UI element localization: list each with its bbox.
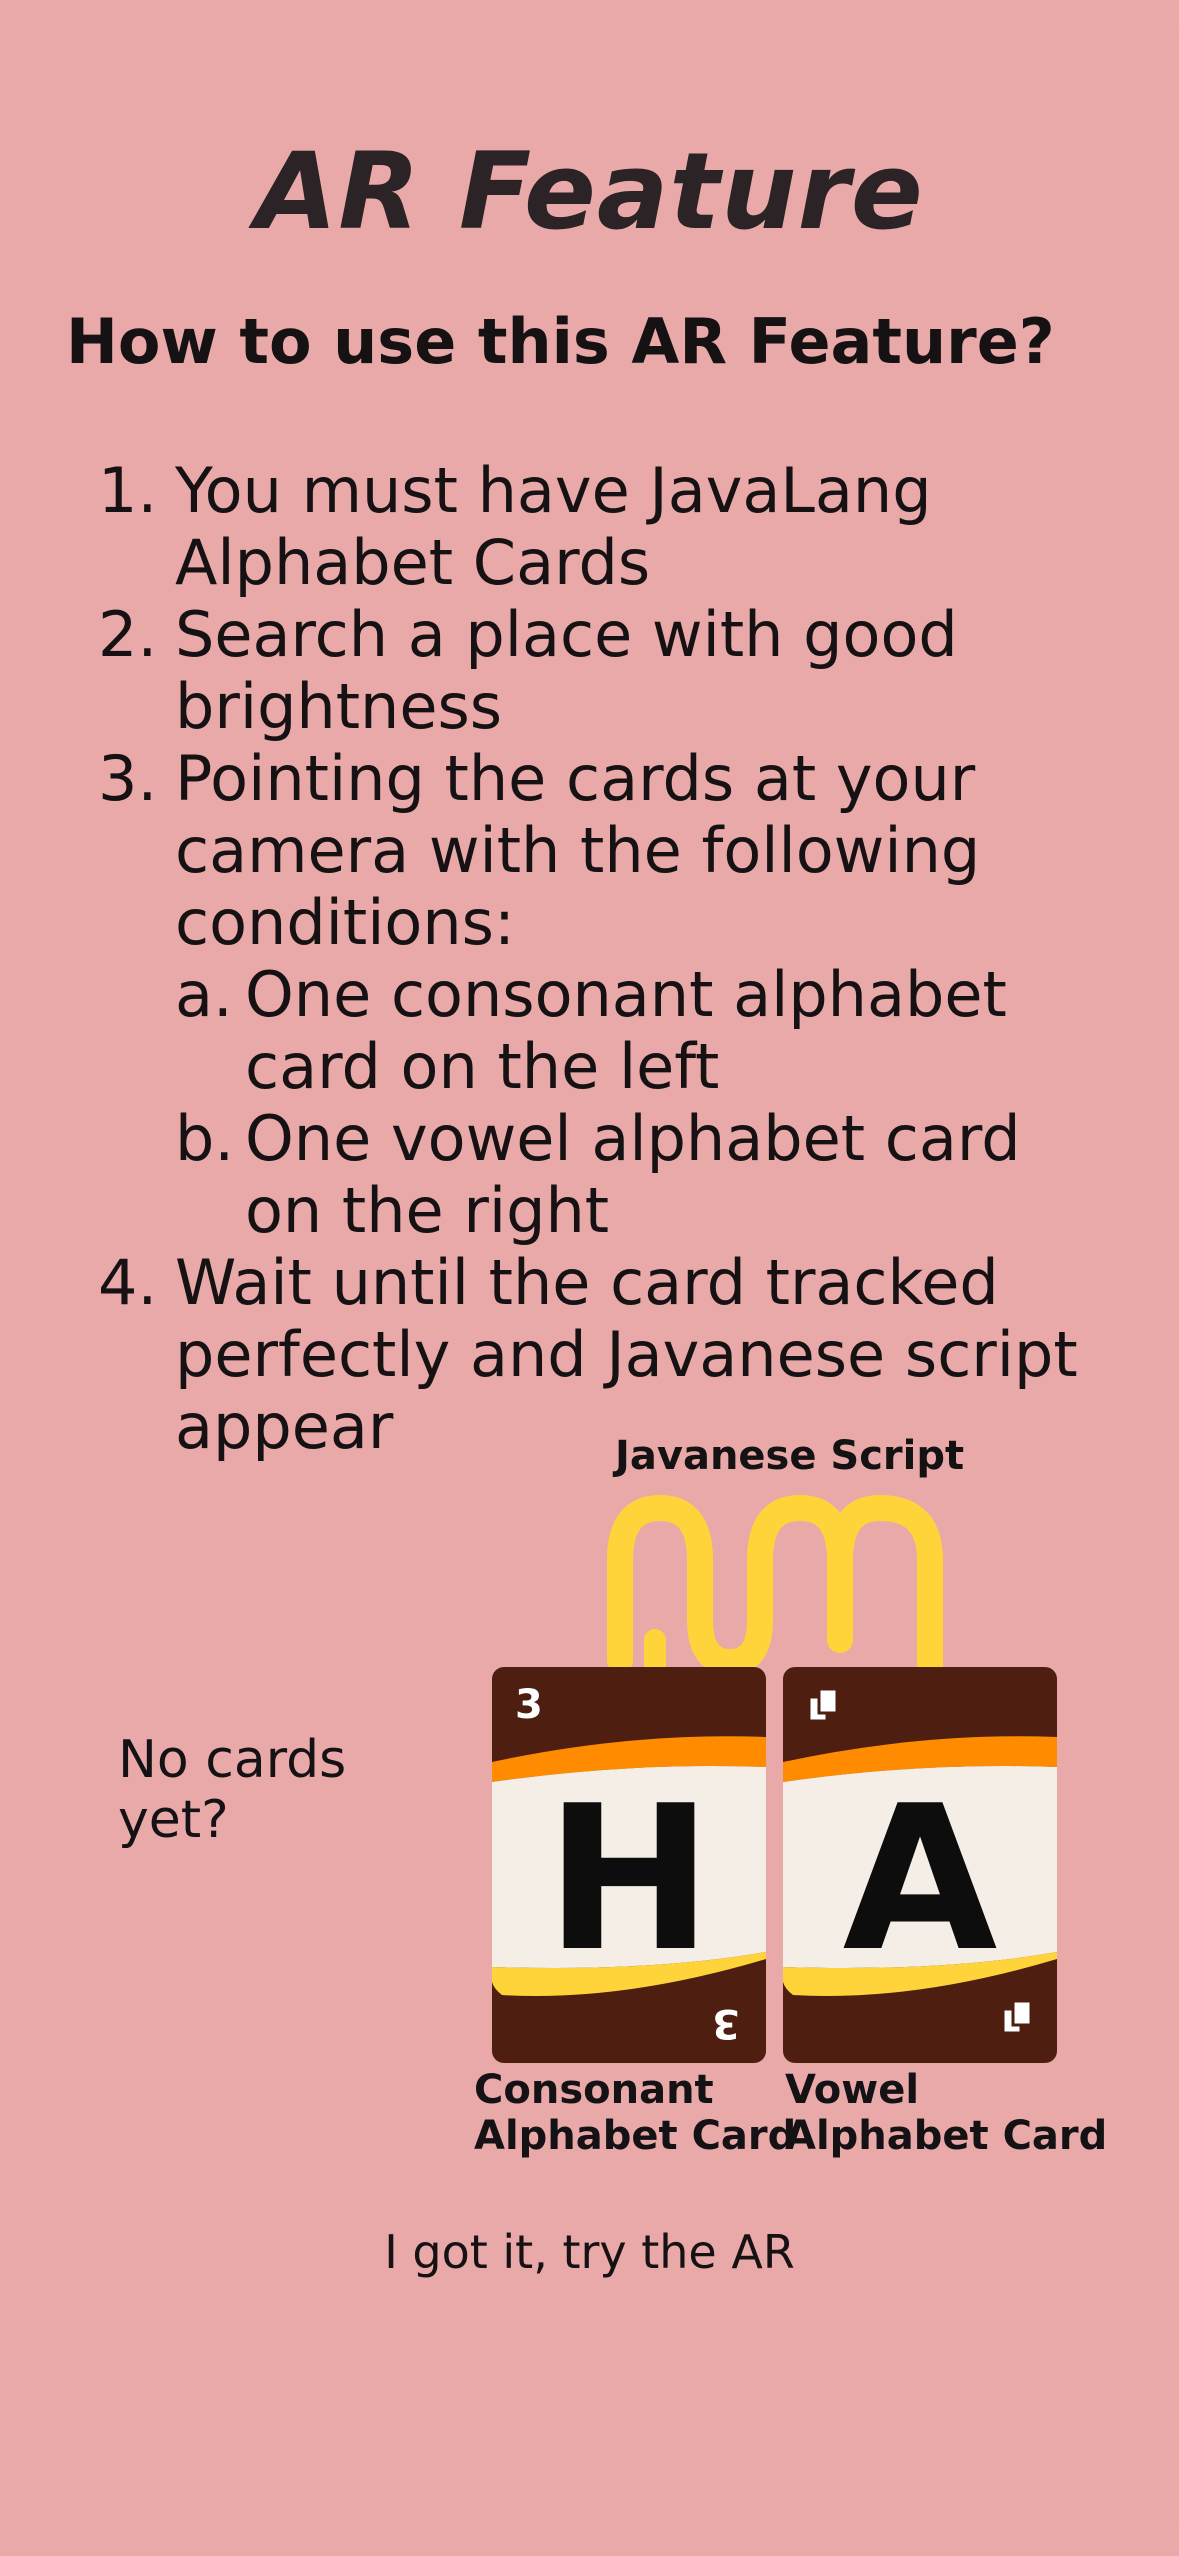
step-text: Pointing the cards at your camera with t…	[175, 742, 981, 959]
step-text: Wait until the card tracked perfectly an…	[175, 1246, 1078, 1463]
consonant-card-caption: Consonant Alphabet Card	[474, 2067, 797, 2159]
step-number: 3.	[98, 742, 158, 815]
step-number: 1.	[98, 454, 158, 527]
vowel-card-letter: A	[842, 1763, 998, 1996]
card-corner-number: 3	[515, 1682, 543, 1728]
step-number: 4.	[98, 1246, 158, 1319]
step-number: 2.	[98, 598, 158, 671]
javanese-script-glyph	[607, 1495, 943, 1680]
substep-letter: b.	[175, 1102, 235, 1175]
step-text: Search a place with good brightness	[175, 598, 958, 743]
no-cards-link[interactable]: No cards yet?	[118, 1730, 418, 1850]
step-text: You must have JavaLang Alphabet Cards	[175, 454, 932, 599]
vowel-card-caption: Vowel Alphabet Card	[785, 2067, 1108, 2159]
instructions-heading: How to use this AR Feature?	[66, 305, 1055, 378]
javanese-script-label: Javanese Script	[615, 1433, 965, 1479]
substep-text: One vowel alphabet card on the right	[245, 1102, 1021, 1247]
substep-letter: a.	[175, 958, 233, 1031]
page-title: AR Feature	[255, 130, 924, 253]
consonant-card-letter: H	[545, 1763, 713, 1996]
try-ar-button[interactable]: I got it, try the AR	[0, 2225, 1179, 2279]
card-corner-number-rotated: 3	[712, 2000, 740, 2046]
substep-text: One consonant alphabet card on the left	[245, 958, 1007, 1103]
instruction-panel: AR Feature How to use this AR Feature? 1…	[0, 0, 1179, 2556]
